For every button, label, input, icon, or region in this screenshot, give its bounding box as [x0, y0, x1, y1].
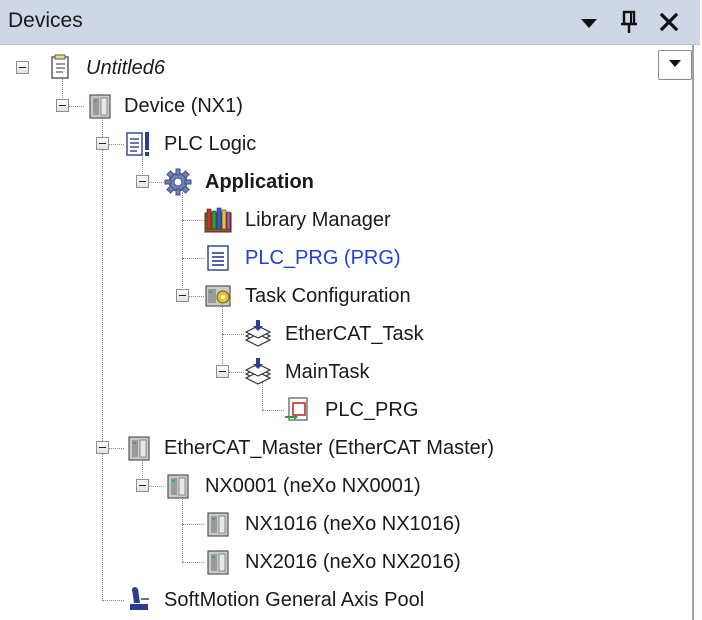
tree-item-nx0001[interactable]: NX0001 (neXo NX0001): [205, 474, 421, 498]
tree-connector: [182, 220, 204, 221]
tree-item-ethercat-task[interactable]: EtherCAT_Task: [285, 322, 424, 346]
tree-connector: [262, 410, 284, 411]
device-icon: [124, 433, 154, 463]
tree-item-library-manager[interactable]: Library Manager: [245, 208, 391, 232]
collapse-toggle[interactable]: [136, 175, 149, 188]
tree-connector: [102, 116, 103, 601]
task-icon: [243, 319, 273, 349]
tree-connector: [222, 306, 223, 372]
plc-logic-icon: [124, 129, 154, 159]
device-tree: Untitled6 Device (NX1) PLC Logic Applica…: [0, 0, 692, 620]
collapse-toggle[interactable]: [56, 99, 69, 112]
collapse-toggle[interactable]: [176, 289, 189, 302]
tree-connector: [182, 562, 204, 563]
project-icon: [46, 53, 76, 83]
tree-item-softmotion-axis-pool[interactable]: SoftMotion General Axis Pool: [164, 588, 424, 612]
application-gear-icon: [163, 167, 193, 197]
task-configuration-icon: [203, 281, 233, 311]
tree-connector: [182, 496, 183, 562]
device-icon: [203, 547, 233, 577]
program-call-icon: [283, 395, 313, 425]
device-icon: [203, 509, 233, 539]
tree-connector: [182, 192, 183, 296]
device-icon: [85, 91, 115, 121]
tree-connector: [222, 334, 244, 335]
program-icon: [203, 243, 233, 273]
tree-item-plc-logic[interactable]: PLC Logic: [164, 132, 256, 156]
tree-item-device-nx1[interactable]: Device (NX1): [124, 94, 243, 118]
tree-item-untitled6[interactable]: Untitled6: [86, 56, 165, 80]
tree-item-application[interactable]: Application: [205, 170, 314, 194]
collapse-toggle[interactable]: [216, 365, 229, 378]
tree-item-plc-prg[interactable]: PLC_PRG: [325, 398, 418, 422]
tree-item-task-configuration[interactable]: Task Configuration: [245, 284, 411, 308]
tree-item-plc-prg-prg[interactable]: PLC_PRG (PRG): [245, 246, 401, 270]
library-manager-icon: [203, 205, 233, 235]
collapse-toggle[interactable]: [96, 441, 109, 454]
tree-item-nx2016[interactable]: NX2016 (neXo NX2016): [245, 550, 461, 574]
axis-pool-icon: [124, 585, 154, 615]
collapse-toggle[interactable]: [136, 479, 149, 492]
tree-connector: [182, 258, 204, 259]
tree-item-maintask[interactable]: MainTask: [285, 360, 369, 384]
collapse-toggle[interactable]: [16, 61, 29, 74]
collapse-toggle[interactable]: [96, 137, 109, 150]
device-icon: [163, 471, 193, 501]
task-icon: [243, 357, 273, 387]
tree-connector: [102, 600, 124, 601]
tree-connector: [182, 524, 204, 525]
tree-item-nx1016[interactable]: NX1016 (neXo NX1016): [245, 512, 461, 536]
tree-item-ethercat-master[interactable]: EtherCAT_Master (EtherCAT Master): [164, 436, 494, 460]
